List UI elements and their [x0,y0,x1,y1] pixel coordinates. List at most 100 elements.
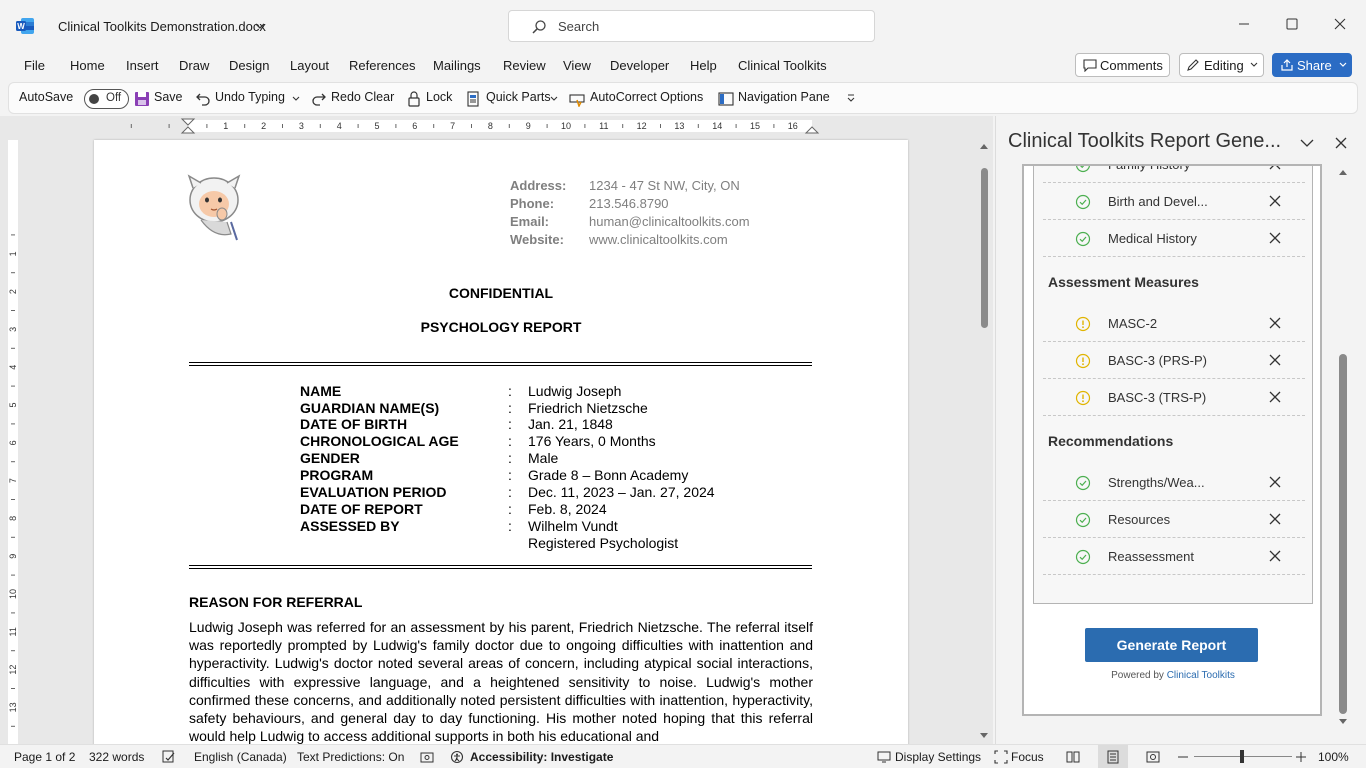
tab-developer[interactable]: Developer [610,58,669,73]
sections-list: Family History Birth and Devel... Medica… [1033,166,1313,604]
info-value: Grade 8 – Bonn Academy [528,467,689,483]
scroll-thumb[interactable] [1339,354,1347,714]
macro-icon[interactable] [420,750,434,764]
print-layout-icon[interactable] [1106,750,1120,764]
text-predictions[interactable]: Text Predictions: On [297,750,404,764]
focus-icon[interactable] [994,750,1008,764]
close-icon[interactable] [1269,513,1281,525]
toggle-knob [89,94,99,104]
scroll-down-icon[interactable] [979,732,989,740]
zoom-level[interactable]: 100% [1318,750,1349,764]
tab-insert[interactable]: Insert [126,58,159,73]
undo-icon[interactable] [195,91,211,107]
save-icon[interactable] [134,91,150,107]
check-circle-icon [1075,512,1091,528]
tab-references[interactable]: References [349,58,415,73]
minimize-icon[interactable] [1236,16,1252,32]
scroll-thumb[interactable] [981,168,988,328]
maximize-icon[interactable] [1284,16,1300,32]
scroll-up-icon[interactable] [1338,168,1348,176]
tab-view[interactable]: View [563,58,591,73]
tab-draw[interactable]: Draw [179,58,209,73]
close-icon[interactable] [1269,195,1281,207]
list-item[interactable]: BASC-3 (PRS-P) [1043,342,1305,379]
zoom-out-icon[interactable] [1178,756,1188,758]
navigation-pane-button[interactable]: Navigation Pane [738,90,830,104]
powered-by-link[interactable]: Clinical Toolkits [1167,670,1235,681]
tab-layout[interactable]: Layout [290,58,329,73]
warning-circle-icon [1075,353,1091,369]
close-icon[interactable] [1269,164,1281,170]
tab-file[interactable]: File [24,58,45,73]
save-button[interactable]: Save [154,90,183,104]
list-item[interactable]: Resources [1043,501,1305,538]
chevron-down-icon[interactable] [1300,138,1314,148]
chevron-down-icon[interactable] [550,96,558,102]
redo-icon[interactable] [311,91,327,107]
close-icon[interactable] [1269,232,1281,244]
autocorrect-icon[interactable] [569,91,585,107]
close-icon[interactable] [1334,136,1348,150]
document-page[interactable]: Address: 1234 - 47 St NW, City, ON Phone… [94,140,908,744]
lock-icon[interactable] [406,91,422,107]
read-mode-icon[interactable] [1066,750,1080,764]
tab-clinical-toolkits[interactable]: Clinical Toolkits [738,58,827,73]
document-title[interactable]: Clinical Toolkits Demonstration.docx [58,19,266,34]
language[interactable]: English (Canada) [194,750,287,764]
list-item[interactable]: Medical History [1043,220,1305,257]
list-item[interactable]: BASC-3 (TRS-P) [1043,379,1305,416]
chevron-down-icon[interactable] [1339,62,1347,68]
quick-parts-button[interactable]: Quick Parts [486,90,551,104]
document-scrollbar[interactable] [977,136,991,744]
undo-button[interactable]: Undo Typing [215,90,285,104]
zoom-slider-thumb[interactable] [1240,750,1244,763]
editing-button[interactable]: Editing [1179,53,1264,77]
display-settings[interactable]: Display Settings [895,750,981,764]
pane-scrollbar[interactable] [1336,164,1350,732]
tab-review[interactable]: Review [503,58,546,73]
tab-mailings[interactable]: Mailings [433,58,481,73]
autocorrect-options-button[interactable]: AutoCorrect Options [590,90,703,104]
accessibility-icon[interactable] [450,750,464,764]
comments-button[interactable]: Comments [1075,53,1170,77]
scroll-down-icon[interactable] [1338,718,1348,726]
close-window-icon[interactable] [1332,16,1348,32]
zoom-in-icon[interactable] [1296,752,1306,762]
web-layout-icon[interactable] [1146,750,1160,764]
chevron-down-icon[interactable] [254,20,266,32]
chevron-down-icon[interactable] [292,96,300,102]
navigation-pane-icon[interactable] [718,91,734,107]
tab-design[interactable]: Design [229,58,269,73]
list-item[interactable]: MASC-2 [1043,305,1305,342]
close-icon[interactable] [1269,550,1281,562]
search-box[interactable]: Search [508,10,875,42]
share-button[interactable]: Share [1272,53,1352,77]
close-icon[interactable] [1269,391,1281,403]
word-count[interactable]: 322 words [89,750,144,764]
page-count[interactable]: Page 1 of 2 [14,750,75,764]
quick-parts-icon[interactable] [465,91,481,107]
tab-home[interactable]: Home [70,58,105,73]
display-settings-icon[interactable] [877,750,891,764]
list-item[interactable]: Birth and Devel... [1043,183,1305,220]
proofing-icon[interactable] [162,750,176,764]
close-icon[interactable] [1269,476,1281,488]
horizontal-ruler[interactable]: 1 2 3 4 5 6 7 8 9 10 11 12 13 14 15 16 [26,116,981,136]
list-item[interactable]: Reassessment [1043,538,1305,575]
focus-mode[interactable]: Focus [1011,750,1044,764]
vertical-ruler[interactable]: 12345678910111213 [0,116,26,744]
close-icon[interactable] [1269,317,1281,329]
tab-help[interactable]: Help [690,58,717,73]
redo-button[interactable]: Redo Clear [331,90,394,104]
scroll-up-icon[interactable] [979,142,989,150]
lock-button[interactable]: Lock [426,90,452,104]
customize-toolbar-icon[interactable] [846,94,856,104]
close-icon[interactable] [1269,354,1281,366]
list-item[interactable]: Family History [1043,164,1305,183]
list-item[interactable]: Strengths/Wea... [1043,464,1305,501]
info-label: CHRONOLOGICAL AGE [300,433,459,449]
item-label: BASC-3 (TRS-P) [1108,390,1207,405]
generate-report-button[interactable]: Generate Report [1085,628,1258,662]
autosave-toggle[interactable]: Off [84,89,129,109]
accessibility-status[interactable]: Accessibility: Investigate [470,750,613,764]
